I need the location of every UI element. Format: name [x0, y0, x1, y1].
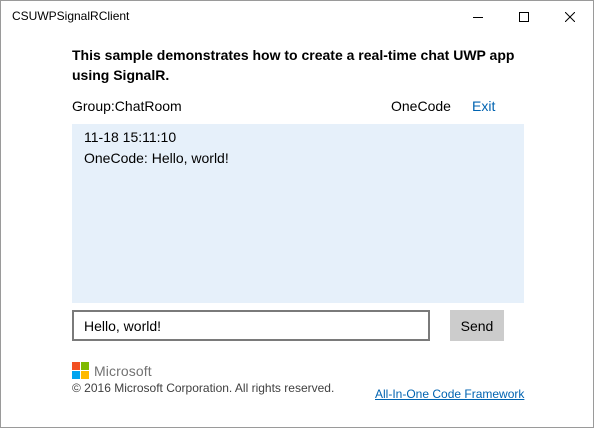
close-button[interactable]	[547, 1, 593, 32]
copyright-text: © 2016 Microsoft Corporation. All rights…	[72, 381, 335, 395]
sample-description: This sample demonstrates how to create a…	[72, 47, 515, 83]
maximize-button[interactable]	[501, 1, 547, 32]
microsoft-logo: Microsoft	[72, 362, 152, 379]
send-button[interactable]: Send	[450, 310, 504, 341]
close-icon	[565, 11, 575, 22]
maximize-icon	[519, 11, 529, 22]
minimize-button[interactable]	[455, 1, 501, 32]
exit-link[interactable]: Exit	[472, 98, 495, 114]
message-list[interactable]: 11-18 15:11:10 OneCode: Hello, world!	[72, 124, 524, 303]
all-in-one-code-framework-link[interactable]: All-In-One Code Framework	[375, 387, 524, 401]
minimize-icon	[473, 16, 483, 18]
group-label: Group:ChatRoom	[72, 98, 182, 114]
username-label: OneCode	[391, 98, 451, 114]
app-window: CSUWPSignalRClient This sample demonstra…	[0, 0, 594, 428]
title-bar[interactable]: CSUWPSignalRClient	[1, 1, 593, 32]
message-timestamp: 11-18 15:11:10	[84, 129, 177, 145]
microsoft-wordmark: Microsoft	[94, 362, 152, 379]
window-title: CSUWPSignalRClient	[12, 9, 130, 23]
message-input[interactable]	[72, 310, 430, 341]
microsoft-logo-icon	[72, 362, 89, 379]
message-text: OneCode: Hello, world!	[84, 150, 229, 166]
